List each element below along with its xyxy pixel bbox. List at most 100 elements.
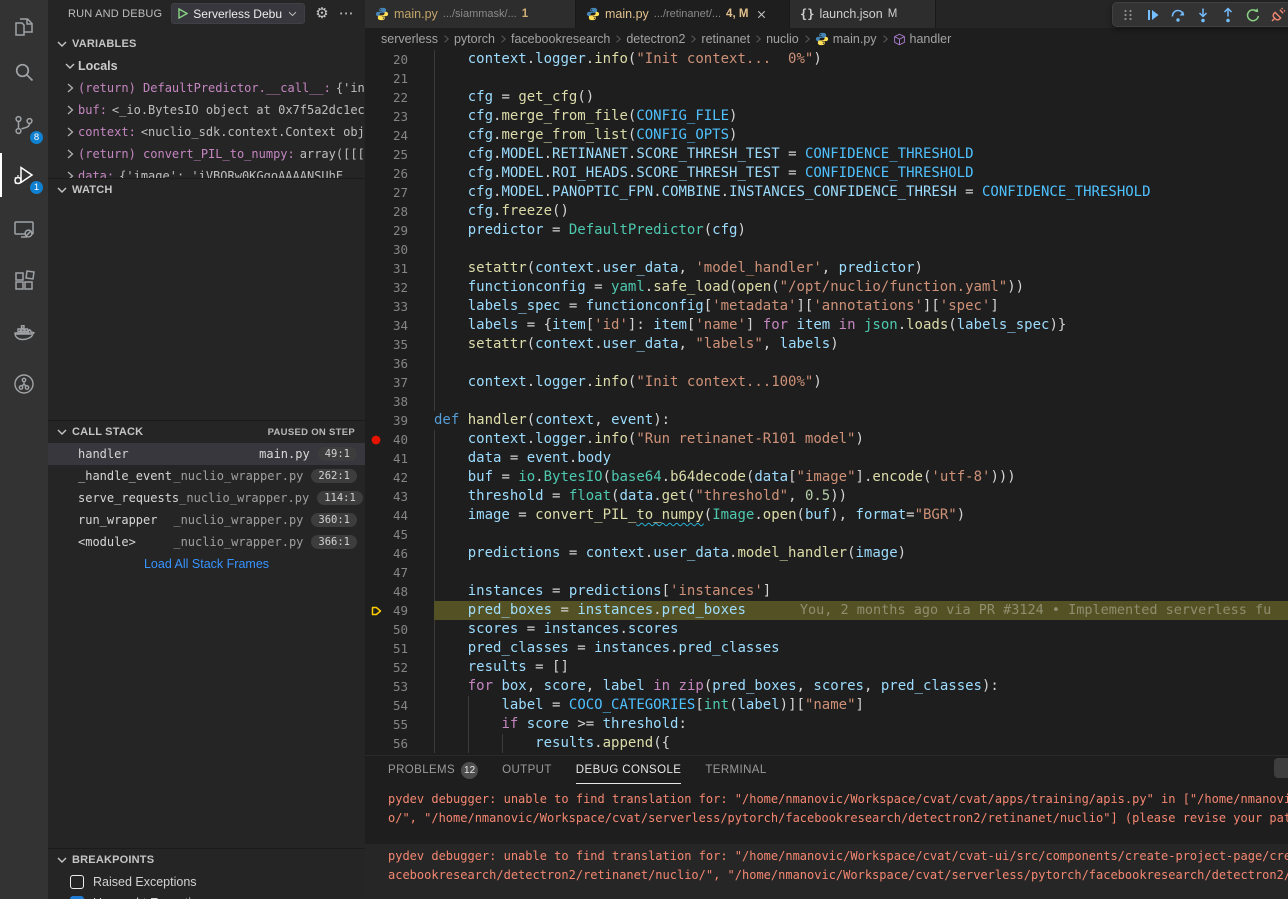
gutter[interactable] [365, 506, 387, 525]
checkbox[interactable]: ✓ [70, 896, 84, 899]
gutter[interactable] [365, 392, 387, 411]
gutter[interactable] [365, 639, 387, 658]
gutter[interactable] [365, 240, 387, 259]
gutter[interactable] [365, 145, 387, 164]
gutter[interactable] [365, 373, 387, 392]
stack-frame-row[interactable]: run_wrapper_nuclio_wrapper.py360:1 [48, 509, 365, 531]
load-all-stack-frames-link[interactable]: Load All Stack Frames [48, 553, 365, 575]
watch-header[interactable]: WATCH [48, 179, 365, 201]
checkbox[interactable] [70, 875, 84, 889]
breadcrumb-item[interactable]: facebookresearch [511, 32, 610, 46]
breakpoint-row[interactable]: Raised Exceptions [48, 871, 365, 892]
code-line: 20 context.logger.info("Init context... … [365, 50, 1288, 69]
step-out-button[interactable] [1220, 7, 1236, 23]
explorer-icon[interactable] [0, 5, 48, 49]
gutter[interactable] [365, 202, 387, 221]
gutter[interactable] [365, 525, 387, 544]
breadcrumb-item[interactable]: retinanet [701, 32, 750, 46]
scope-locals[interactable]: Locals [48, 55, 365, 77]
gutter[interactable] [365, 620, 387, 639]
debug-config-picker[interactable]: Serverless Debu [171, 3, 305, 24]
gutter[interactable] [365, 430, 387, 449]
gutter[interactable] [365, 487, 387, 506]
gutter[interactable] [365, 278, 387, 297]
tab-debug-console[interactable]: DEBUG CONSOLE [576, 756, 682, 784]
docker-icon[interactable] [0, 311, 48, 355]
gutter[interactable] [365, 297, 387, 316]
breakpoint-row[interactable]: ✓Uncaught Exceptions [48, 892, 365, 899]
breadcrumb-item[interactable]: nuclio [766, 32, 799, 46]
git-graph-icon[interactable] [0, 362, 48, 406]
gutter[interactable] [365, 563, 387, 582]
chevron-right-icon [879, 33, 891, 45]
gutter[interactable] [365, 734, 387, 753]
remote-explorer-icon[interactable] [0, 207, 48, 251]
debug-console-output[interactable]: pydev debugger: unable to find translati… [365, 790, 1288, 899]
continue-button[interactable] [1145, 7, 1161, 23]
gutter[interactable] [365, 259, 387, 278]
gutter[interactable] [365, 126, 387, 145]
breadcrumb-item[interactable]: serverless [381, 32, 438, 46]
gutter[interactable] [365, 715, 387, 734]
more-actions-icon[interactable]: ⋯ [339, 6, 354, 21]
breakpoint-icon[interactable] [370, 434, 382, 446]
stack-frame-row[interactable]: serve_requests_nuclio_wrapper.py114:1 [48, 487, 365, 509]
panel-action-icon[interactable] [1274, 758, 1288, 778]
gutter[interactable] [365, 69, 387, 88]
breakpoints-header[interactable]: BREAKPOINTS [48, 849, 365, 871]
tab-terminal[interactable]: TERMINAL [705, 756, 766, 784]
close-icon[interactable] [755, 8, 768, 21]
variable-row[interactable]: buf:<_io.BytesIO object at 0x7f5a2dc1ecc… [48, 99, 365, 121]
line-number: 21 [387, 69, 408, 88]
step-into-button[interactable] [1195, 7, 1211, 23]
extensions-icon[interactable] [0, 259, 48, 303]
code-line: 55 if score >= threshold: [365, 715, 1288, 734]
run-and-debug-icon[interactable]: 1 [0, 153, 48, 197]
gutter[interactable] [365, 221, 387, 240]
restart-button[interactable] [1245, 7, 1261, 23]
tab-main-py-siammask[interactable]: main.py .../siammask/... 1 [365, 0, 576, 28]
gutter[interactable] [365, 316, 387, 335]
variable-row[interactable]: data:{'image': 'iVBORw0KGgoAAAANSUhE… [48, 165, 365, 178]
variables-header[interactable]: VARIABLES [48, 33, 365, 55]
tab-problems[interactable]: PROBLEMS 12 [388, 756, 478, 784]
tab-output[interactable]: OUTPUT [502, 756, 552, 784]
disconnect-button[interactable] [1270, 7, 1286, 23]
gear-icon[interactable]: ⚙ [315, 6, 328, 21]
gutter[interactable] [365, 50, 387, 69]
breadcrumb-item[interactable]: pytorch [454, 32, 495, 46]
gutter[interactable] [365, 335, 387, 354]
breadcrumb-item[interactable]: detectron2 [626, 32, 685, 46]
step-over-button[interactable] [1170, 7, 1186, 23]
variable-row[interactable]: (return) convert_PIL_to_numpy:array([[[ … [48, 143, 365, 165]
gutter[interactable] [365, 107, 387, 126]
stack-frame-row[interactable]: _handle_event_nuclio_wrapper.py262:1 [48, 465, 365, 487]
code-editor[interactable]: 20 context.logger.info("Init context... … [365, 50, 1288, 753]
stack-frame-row[interactable]: <module>_nuclio_wrapper.py366:1 [48, 531, 365, 553]
gutter[interactable] [365, 658, 387, 677]
gutter[interactable] [365, 677, 387, 696]
gutter[interactable] [365, 544, 387, 563]
gutter[interactable] [365, 354, 387, 373]
tab-launch-json[interactable]: {} launch.json M [790, 0, 936, 28]
gutter[interactable] [365, 411, 387, 430]
gutter[interactable] [365, 183, 387, 202]
gutter[interactable] [365, 601, 387, 620]
stack-frame-row[interactable]: handlermain.py49:1 [48, 443, 365, 465]
gutter[interactable] [365, 468, 387, 487]
gutter[interactable] [365, 696, 387, 715]
line-number: 40 [387, 430, 408, 449]
tab-main-py-retinanet[interactable]: main.py .../retinanet/... 4, M [576, 0, 790, 28]
source-control-icon[interactable]: 8 [0, 103, 48, 147]
variable-row[interactable]: (return) DefaultPredictor.__call__:{'ins… [48, 77, 365, 99]
gutter[interactable] [365, 582, 387, 601]
drag-grip-icon[interactable] [1120, 7, 1136, 23]
call-stack-header[interactable]: CALL STACK PAUSED ON STEP [48, 421, 365, 443]
variable-row[interactable]: context:<nuclio_sdk.context.Context obje… [48, 121, 365, 143]
breadcrumb-item[interactable]: main.py [815, 32, 877, 46]
breadcrumb-item[interactable]: handler [893, 32, 952, 46]
search-icon[interactable] [0, 50, 48, 94]
gutter[interactable] [365, 88, 387, 107]
gutter[interactable] [365, 164, 387, 183]
gutter[interactable] [365, 449, 387, 468]
